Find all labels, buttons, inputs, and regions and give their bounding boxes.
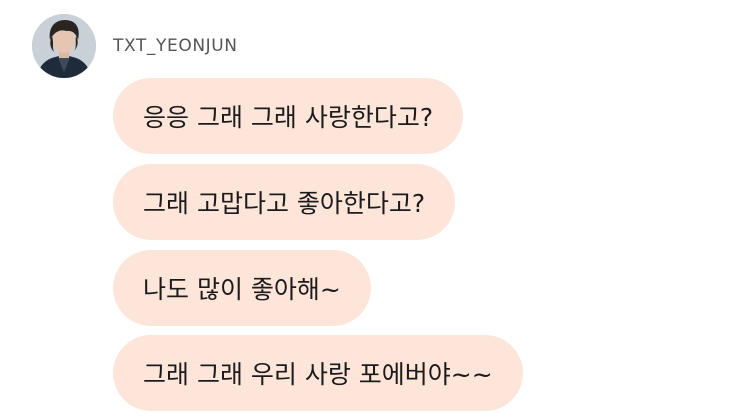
message-bubble[interactable]: 나도 많이 좋아해~	[113, 250, 371, 326]
message-bubble[interactable]: 그래 고맙다고 좋아한다고?	[113, 164, 456, 240]
message-text: 응응 그래 그래 사랑한다고?	[143, 103, 434, 132]
chat-thread: TXT_YEONJUN 응응 그래 그래 사랑한다고? 그래 고맙다고 좋아한다…	[0, 0, 749, 420]
message-text: 그래 고맙다고 좋아한다고?	[143, 189, 426, 218]
avatar[interactable]	[32, 14, 96, 78]
avatar-photo-icon	[32, 14, 96, 78]
sender-name: TXT_YEONJUN	[113, 36, 238, 56]
message-bubble[interactable]: 그래 그래 우리 사랑 포에버야~~	[113, 335, 523, 411]
message-text: 나도 많이 좋아해~	[143, 275, 341, 304]
message-text: 그래 그래 우리 사랑 포에버야~~	[143, 360, 493, 389]
message-bubble[interactable]: 응응 그래 그래 사랑한다고?	[113, 78, 464, 154]
